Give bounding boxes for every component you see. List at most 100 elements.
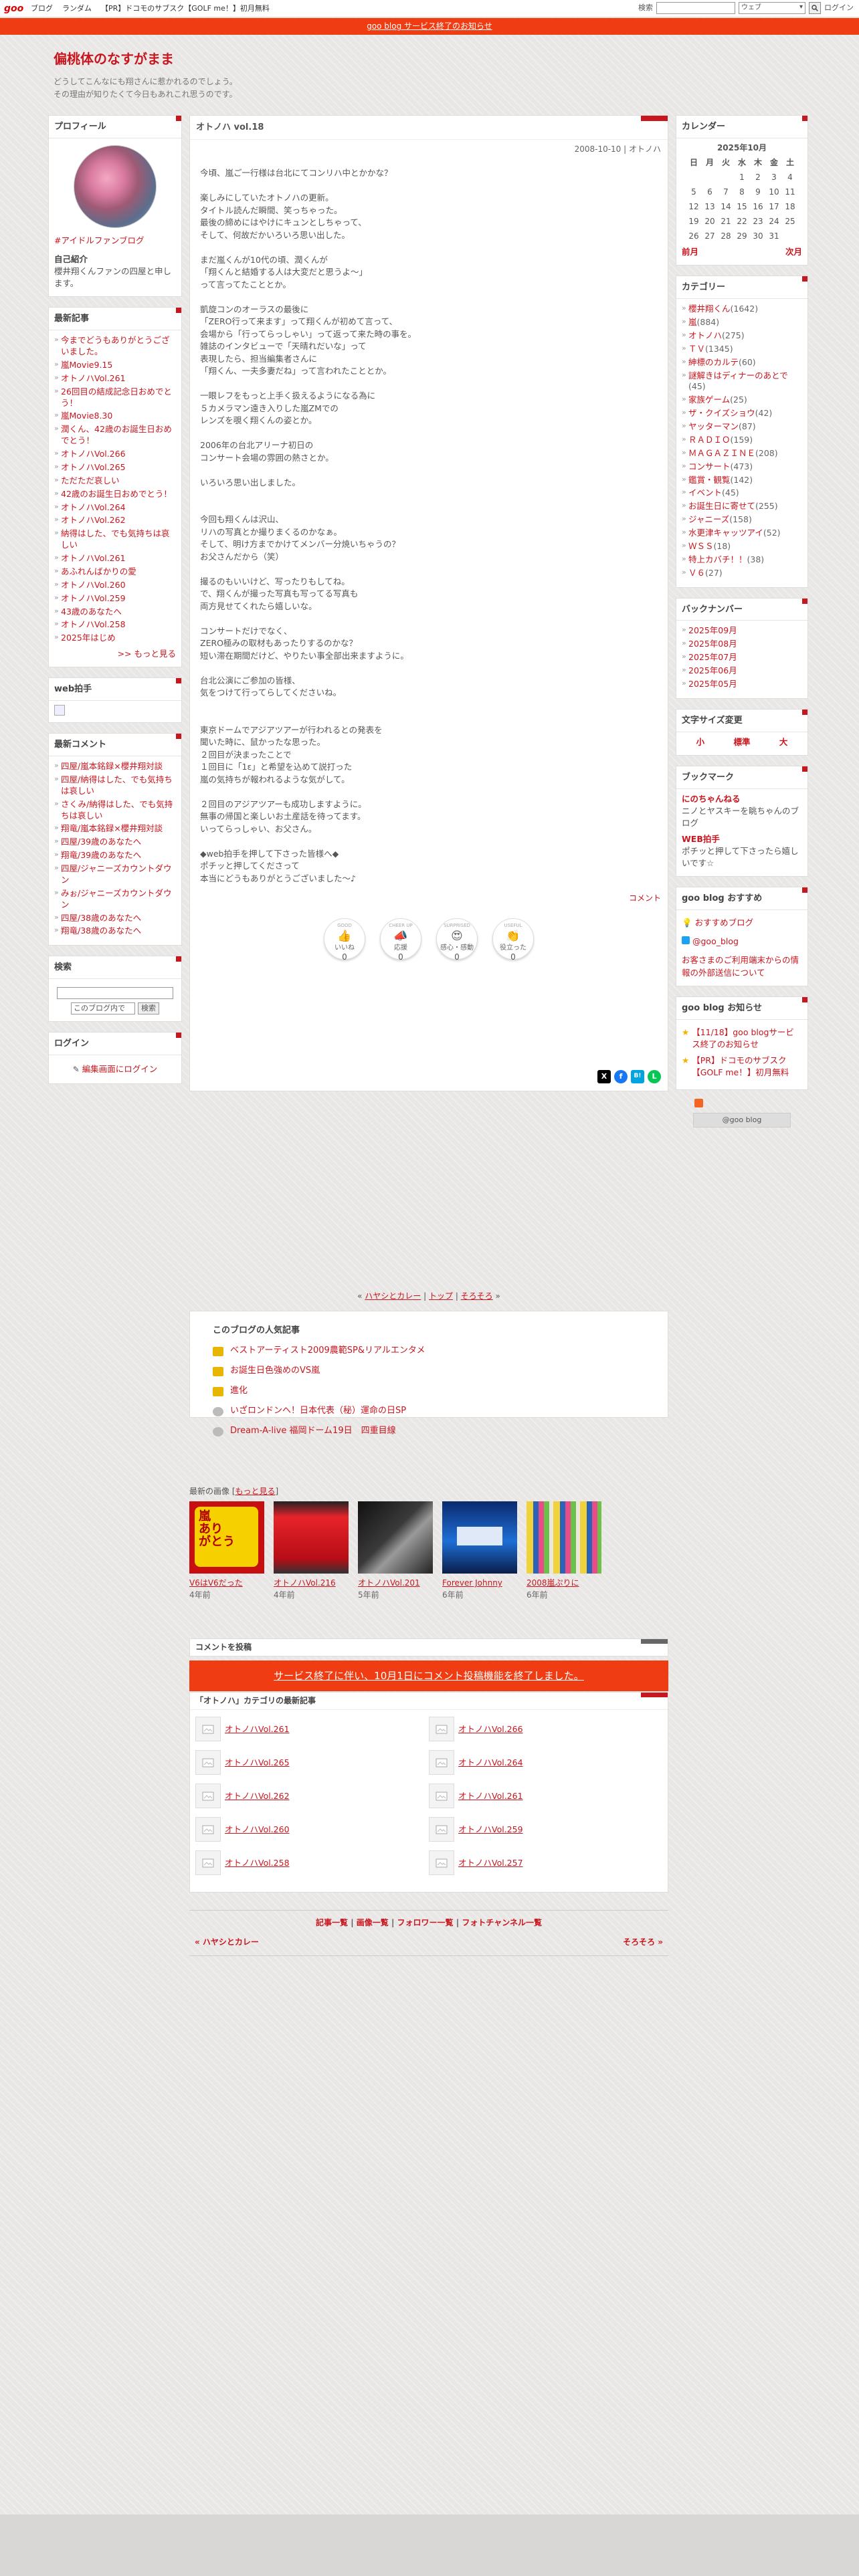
calendar-day[interactable]: 30 — [750, 229, 766, 243]
recent-post-link[interactable]: オトノハVol.260 — [61, 580, 126, 590]
blog-search-input[interactable] — [57, 987, 173, 1000]
category-entry-item[interactable]: オトノハVol.261 — [195, 1717, 429, 1742]
category-link[interactable]: Ｖ６ — [688, 568, 705, 578]
calendar-day[interactable]: 6 — [702, 185, 718, 199]
calendar-day[interactable]: 5 — [686, 185, 702, 199]
all-images-link[interactable]: 画像一覧 — [357, 1918, 389, 1927]
calendar-day[interactable]: 15 — [734, 199, 750, 214]
category-entry-item[interactable]: オトノハVol.258 — [195, 1850, 429, 1876]
calendar-day[interactable]: 31 — [766, 229, 782, 243]
search-icon[interactable] — [809, 2, 821, 14]
calendar-day[interactable]: 22 — [734, 214, 750, 229]
blog-search-scope-select[interactable]: このブログ内で — [71, 1002, 135, 1015]
category-entry-link[interactable]: オトノハVol.257 — [458, 1857, 523, 1869]
calendar-day[interactable]: 28 — [718, 229, 734, 243]
category-entry-link[interactable]: オトノハVol.261 — [225, 1723, 290, 1735]
reaction-button[interactable]: CHEER UP 📣 応援 0 — [380, 918, 421, 962]
next-entry-link[interactable]: そろそろ — [461, 1291, 493, 1301]
category-entry-link[interactable]: オトノハVol.264 — [458, 1757, 523, 1769]
followers-link[interactable]: フォロワー一覧 — [397, 1918, 454, 1927]
popular-item[interactable]: 進化 — [213, 1382, 645, 1402]
category-entry-link[interactable]: オトノハVol.265 — [225, 1757, 290, 1769]
recent-post-link[interactable]: オトノハVol.261 — [61, 373, 126, 383]
recent-posts-more-link[interactable]: >> もっと見る — [118, 649, 176, 659]
calendar-day[interactable]: 20 — [702, 214, 718, 229]
font-standard-button[interactable]: 標準 — [733, 736, 750, 748]
category-link[interactable]: ヤッターマン — [688, 421, 739, 431]
category-link[interactable]: ＷＳＳ — [688, 541, 714, 551]
category-entry-link[interactable]: オトノハVol.258 — [225, 1857, 290, 1869]
category-entry-item[interactable]: オトノハVol.259 — [429, 1817, 662, 1842]
calendar-day[interactable]: 9 — [750, 185, 766, 199]
image-caption[interactable]: 2008嵐ぷりに — [527, 1578, 601, 1589]
goo-logo[interactable]: goo — [4, 2, 23, 15]
image-caption[interactable]: V6はV6だった — [189, 1578, 264, 1589]
popular-link[interactable]: お誕生日色強めのVS嵐 — [230, 1365, 320, 1378]
calendar-day[interactable]: 3 — [766, 170, 782, 185]
calendar-day[interactable]: 2 — [750, 170, 766, 185]
recent-image-item[interactable]: Forever Johnny 6年前 — [442, 1501, 517, 1601]
bookmark-link[interactable]: WEB拍手 — [682, 834, 720, 844]
category-link[interactable]: 櫻井翔くん — [688, 304, 731, 314]
category-link[interactable]: ＴＶ — [688, 344, 705, 354]
calendar-day[interactable]: 25 — [782, 214, 798, 229]
backnumber-link[interactable]: 2025年07月 — [688, 652, 737, 662]
calendar-day[interactable]: 16 — [750, 199, 766, 214]
goo-blog-twitter-link[interactable]: @goo_blog — [692, 936, 739, 946]
category-entry-item[interactable]: オトノハVol.266 — [429, 1717, 662, 1742]
x-share-icon[interactable]: X — [597, 1070, 611, 1083]
recent-comment-link[interactable]: みぉ/ジャニーズカウントダウン — [61, 888, 171, 909]
facebook-share-icon[interactable]: f — [614, 1070, 628, 1083]
global-search-input[interactable] — [656, 2, 735, 14]
category-link[interactable]: ザ・クイズショウ — [688, 408, 755, 418]
category-entry-item[interactable]: オトノハVol.264 — [429, 1750, 662, 1776]
bookmark-link[interactable]: にのちゃんねる — [682, 794, 741, 804]
nav-pr[interactable]: 【PR】ドコモのサブスク【GOLF me！】初月無料 — [101, 3, 270, 14]
category-link[interactable]: 謎解きはディナーのあとで — [688, 370, 788, 381]
recent-post-link[interactable]: 42歳のお誕生日おめでとう！ — [61, 489, 172, 499]
external-transmission-link[interactable]: お客さまのご利用端末からの情報の外部送信について — [682, 955, 799, 977]
calendar-day[interactable]: 21 — [718, 214, 734, 229]
calendar-day[interactable]: 14 — [718, 199, 734, 214]
calendar-day[interactable]: 27 — [702, 229, 718, 243]
popular-link[interactable]: 進化 — [230, 1385, 248, 1398]
recent-post-link[interactable]: 嵐Movie8.30 — [61, 411, 112, 421]
category-link[interactable]: 紳標のカルテ — [688, 357, 739, 367]
webclap-image-icon[interactable] — [54, 705, 65, 716]
calendar-day[interactable]: 4 — [782, 170, 798, 185]
recent-comment-link[interactable]: 四屋/納得はした、でも気持ちは哀しい — [61, 774, 173, 796]
calendar-day[interactable]: 10 — [766, 185, 782, 199]
category-link[interactable]: ＲＡＤＩＯ — [688, 435, 731, 445]
category-link[interactable]: オトノハ — [688, 330, 722, 340]
popular-link[interactable]: いざロンドンへ！日本代表（秘）運命の日SP — [230, 1405, 406, 1418]
popular-link[interactable]: ベストアーティスト2009農範SP&リアルエンタメ — [230, 1345, 425, 1358]
recent-post-link[interactable]: オトノハVol.262 — [61, 515, 126, 525]
category-link[interactable]: 鑑賞・観覧 — [688, 475, 731, 485]
category-entry-link[interactable]: オトノハVol.260 — [225, 1824, 290, 1836]
recent-comment-link[interactable]: 四屋/38歳のあなたへ — [61, 913, 141, 923]
news-link[interactable]: 【11/18】goo blogサービス終了のお知らせ — [692, 1027, 802, 1051]
calendar-day[interactable]: 7 — [718, 185, 734, 199]
recent-post-link[interactable]: ただただ哀しい — [61, 475, 120, 486]
recent-image-item[interactable]: オトノハVol.216 4年前 — [274, 1501, 349, 1601]
backnumber-link[interactable]: 2025年05月 — [688, 679, 737, 689]
recommend-blog-link[interactable]: おすすめブログ — [695, 918, 754, 928]
recent-image-item[interactable]: オトノハVol.201 5年前 — [358, 1501, 433, 1601]
recent-post-link[interactable]: オトノハVol.265 — [61, 462, 126, 472]
recent-post-link[interactable]: あふれんばかりの愛 — [61, 566, 136, 576]
category-entry-link[interactable]: オトノハVol.266 — [458, 1723, 523, 1735]
footer-prev-link[interactable]: « ハヤシとカレー — [195, 1937, 259, 1948]
popular-item[interactable]: ベストアーティスト2009農範SP&リアルエンタメ — [213, 1341, 645, 1362]
category-entry-item[interactable]: オトノハVol.262 — [195, 1784, 429, 1809]
recent-post-link[interactable]: 潤くん、42歳のお誕生日おめでとう！ — [61, 424, 172, 445]
nav-blog[interactable]: ブログ — [31, 3, 53, 14]
nav-random[interactable]: ランダム — [62, 3, 92, 14]
recent-image-item[interactable]: 嵐あり がとう V6はV6だった 4年前 — [189, 1501, 264, 1601]
hatena-bookmark-icon[interactable]: B! — [631, 1070, 644, 1083]
backnumber-link[interactable]: 2025年06月 — [688, 665, 737, 675]
search-scope-select[interactable]: ウェブ — [739, 2, 805, 14]
image-caption[interactable]: Forever Johnny — [442, 1578, 517, 1589]
comment-closed-link[interactable]: サービス終了に伴い、10月1日にコメント投稿機能を終了しました。 — [274, 1670, 584, 1682]
image-caption[interactable]: オトノハVol.216 — [274, 1578, 349, 1589]
calendar-next-link[interactable]: 次月 — [785, 246, 802, 258]
